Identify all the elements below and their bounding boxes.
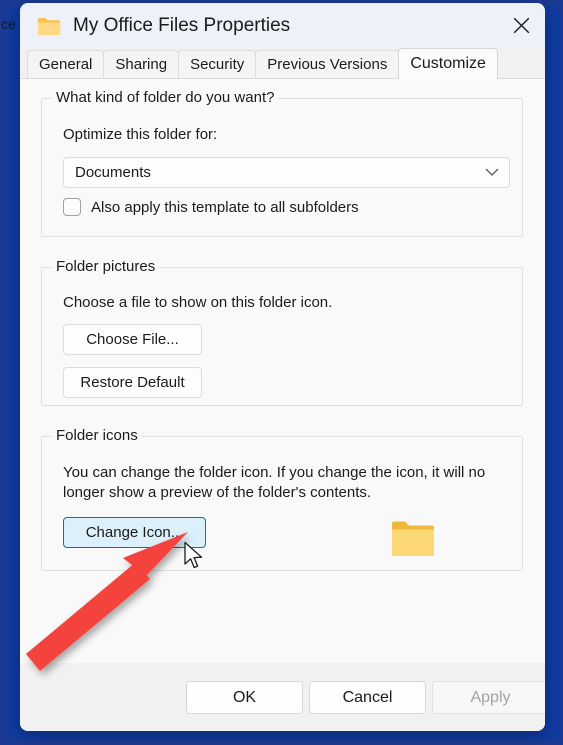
choose-file-button[interactable]: Choose File... bbox=[63, 324, 202, 355]
apply-to-subfolders-row[interactable]: Also apply this template to all subfolde… bbox=[63, 198, 359, 216]
apply-button: Apply bbox=[432, 681, 545, 714]
close-button[interactable] bbox=[498, 3, 545, 48]
folder-type-group-title: What kind of folder do you want? bbox=[52, 89, 279, 107]
folder-icons-description-line1: You can change the folder icon. If you c… bbox=[63, 464, 486, 481]
folder-type-combobox[interactable]: Documents bbox=[63, 157, 510, 188]
folder-icons-description-line2: longer show a preview of the folder's co… bbox=[63, 484, 372, 501]
apply-to-subfolders-checkbox[interactable] bbox=[63, 198, 81, 216]
tab-customize[interactable]: Customize bbox=[398, 48, 498, 79]
folder-icons-group-title: Folder icons bbox=[52, 427, 142, 445]
folder-preview-icon bbox=[392, 521, 434, 556]
chevron-down-icon bbox=[485, 158, 499, 187]
background-partial-text: ce bbox=[1, 16, 16, 32]
dialog-footer: OK Cancel Apply bbox=[20, 663, 545, 731]
window-title: My Office Files Properties bbox=[73, 15, 291, 36]
tab-previous-versions[interactable]: Previous Versions bbox=[255, 50, 400, 78]
tab-sharing[interactable]: Sharing bbox=[103, 50, 180, 78]
folder-type-selected-value: Documents bbox=[75, 164, 151, 181]
cancel-button[interactable]: Cancel bbox=[309, 681, 426, 714]
folder-pictures-group: Folder pictures Choose a file to show on… bbox=[41, 258, 523, 406]
folder-icon bbox=[38, 17, 61, 35]
folder-type-group: What kind of folder do you want? Optimiz… bbox=[41, 89, 523, 237]
optimize-label: Optimize this folder for: bbox=[63, 126, 218, 143]
change-icon-button[interactable]: Change Icon... bbox=[63, 517, 206, 548]
close-icon bbox=[513, 17, 530, 34]
folder-pictures-group-title: Folder pictures bbox=[52, 258, 160, 276]
tab-content-customize: What kind of folder do you want? Optimiz… bbox=[20, 78, 545, 663]
title-bar: My Office Files Properties bbox=[20, 3, 545, 48]
restore-default-button[interactable]: Restore Default bbox=[63, 367, 202, 398]
apply-to-subfolders-label: Also apply this template to all subfolde… bbox=[91, 198, 359, 216]
tab-general[interactable]: General bbox=[27, 50, 105, 78]
tab-strip: General Sharing Security Previous Versio… bbox=[20, 48, 545, 79]
tab-security[interactable]: Security bbox=[178, 50, 257, 78]
folder-icons-group: Folder icons You can change the folder i… bbox=[41, 427, 523, 571]
folder-pictures-description: Choose a file to show on this folder ico… bbox=[63, 294, 333, 311]
ok-button[interactable]: OK bbox=[186, 681, 303, 714]
properties-dialog: My Office Files Properties General Shari… bbox=[20, 3, 545, 731]
